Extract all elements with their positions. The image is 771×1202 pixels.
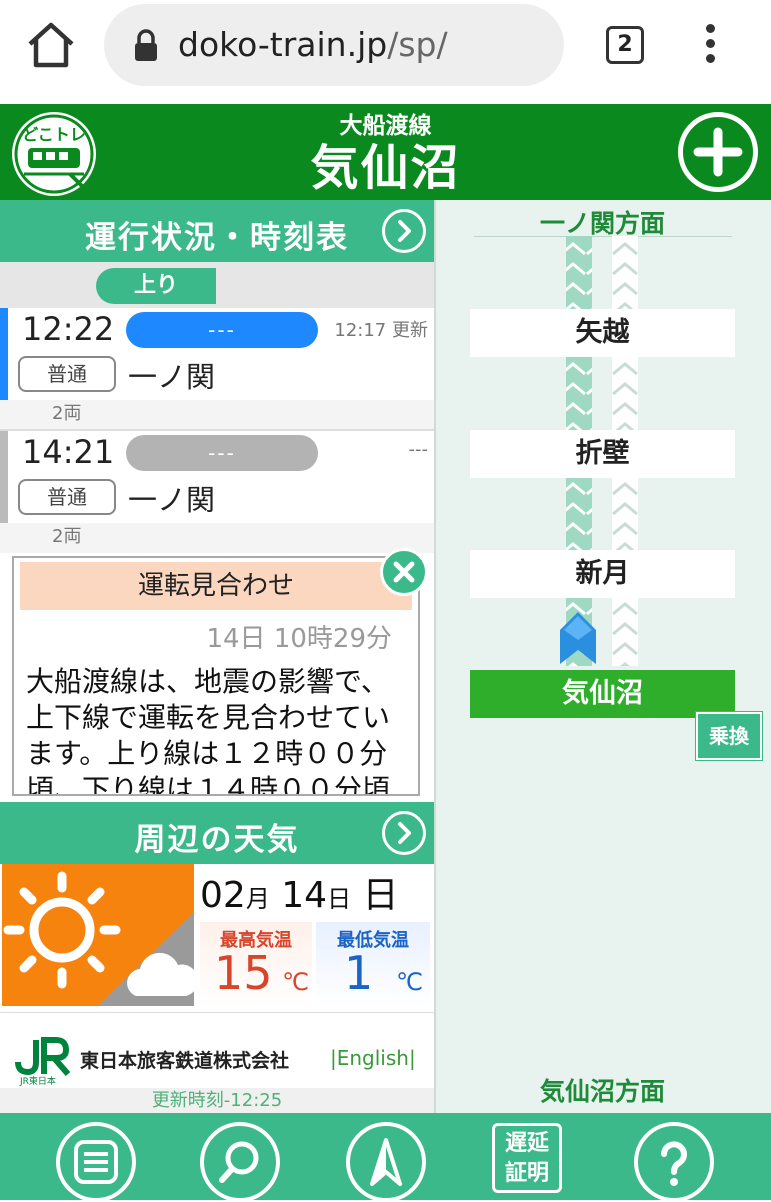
train-row[interactable]: 14:21 --- --- 普通 一ノ関 2両 — [0, 431, 434, 553]
day-unit: 日 — [327, 885, 352, 913]
notice-body: 大船渡線は、地震の影響で、上下線で運転を見合わせています。上り線は１２時００分頃… — [26, 665, 391, 794]
weather-weekday: 日 — [362, 875, 399, 916]
direction-row — [0, 262, 434, 308]
train-departure-time: 14:21 — [22, 433, 115, 471]
train-type-badge: 普通 — [18, 479, 116, 515]
last-updated: 更新時刻-12:25 — [0, 1088, 434, 1113]
delay-label-line2: 証明 — [504, 1161, 549, 1186]
tab-switcher-button[interactable]: 2 — [606, 26, 644, 64]
list-icon — [74, 1140, 118, 1184]
notice-title: 運転見合わせ — [20, 562, 412, 610]
cloudy-icon — [98, 912, 199, 1006]
help-button[interactable] — [634, 1122, 714, 1202]
train-position-icon — [560, 612, 596, 664]
train-updated-time: --- — [408, 439, 429, 460]
train-departure-time: 12:22 — [22, 310, 115, 348]
delay-label-line1: 遅延 — [504, 1131, 549, 1156]
location-button[interactable] — [346, 1122, 426, 1202]
train-destination: 一ノ関 — [128, 360, 216, 394]
url-text[interactable]: doko-train.jp/sp/ — [178, 18, 448, 72]
train-type-badge: 普通 — [18, 356, 116, 392]
train-destination: 一ノ関 — [128, 483, 216, 517]
jr-east-sublabel: JR東日本 — [20, 1077, 56, 1087]
station-item[interactable]: 折壁 — [470, 430, 735, 478]
train-car-count: 2両 — [0, 523, 434, 553]
month-unit: 月 — [245, 885, 270, 913]
weather-title: 周辺の天気 — [134, 822, 300, 858]
train-car-count: 2両 — [0, 400, 434, 430]
url-path: /sp/ — [387, 25, 448, 64]
question-mark-icon — [661, 1141, 687, 1186]
chevron-right-icon[interactable] — [382, 209, 426, 253]
transfer-button[interactable]: 乗換 — [695, 711, 763, 761]
train-status-stripe — [0, 431, 8, 523]
company-name: 東日本旅客鉄道株式会社 — [80, 1050, 290, 1072]
station-item[interactable]: 矢越 — [470, 309, 735, 357]
direction-bottom: 気仙沼方面 — [539, 1077, 665, 1106]
url-domain: doko-train.jp — [178, 25, 388, 64]
temp-unit: ℃ — [282, 968, 309, 996]
train-updated-time: 12:17 更新 — [334, 320, 428, 341]
current-station-item[interactable]: 気仙沼 — [470, 670, 735, 718]
high-temp-value: 15 — [214, 946, 273, 1000]
train-status-pill: --- — [126, 435, 318, 471]
delay-certificate-button[interactable]: 遅延 証明 — [492, 1123, 562, 1193]
low-temp-value: 1 — [344, 946, 374, 1000]
station-item[interactable]: 新月 — [470, 550, 735, 598]
train-row[interactable]: 12:22 --- 12:17 更新 普通 一ノ関 2両 — [0, 308, 434, 430]
weather-month: 02 — [200, 875, 246, 916]
temp-unit: ℃ — [396, 968, 423, 996]
jr-logo[interactable] — [14, 1036, 71, 1078]
plus-icon — [693, 127, 743, 177]
home-icon[interactable] — [22, 20, 80, 70]
direction-top: 一ノ関方面 — [539, 209, 665, 238]
english-link[interactable]: |English| — [330, 1046, 416, 1070]
search-icon — [219, 1141, 259, 1183]
close-icon[interactable] — [380, 548, 428, 596]
weather-day: 14 — [281, 875, 328, 916]
notice-timestamp: 14日 10時29分 — [206, 624, 392, 654]
weather-date: 02月 14日 日 — [200, 866, 399, 918]
weather-section-header[interactable]: 周辺の天気 — [0, 802, 434, 864]
lock-icon — [131, 28, 161, 64]
list-menu-button[interactable] — [56, 1122, 136, 1202]
search-button[interactable] — [200, 1122, 280, 1202]
station-name: 気仙沼 — [310, 140, 461, 196]
train-status-pill: --- — [126, 312, 318, 348]
navigation-arrow-icon — [370, 1138, 402, 1186]
timetable-section-header[interactable]: 運行状況・時刻表 — [0, 200, 434, 262]
more-menu-icon[interactable] — [700, 22, 720, 66]
add-station-button[interactable] — [678, 112, 758, 192]
chevron-right-icon[interactable] — [382, 811, 426, 855]
train-status-stripe — [0, 308, 8, 400]
timetable-title: 運行状況・時刻表 — [85, 220, 349, 256]
direction-badge[interactable]: 上り — [96, 268, 216, 304]
